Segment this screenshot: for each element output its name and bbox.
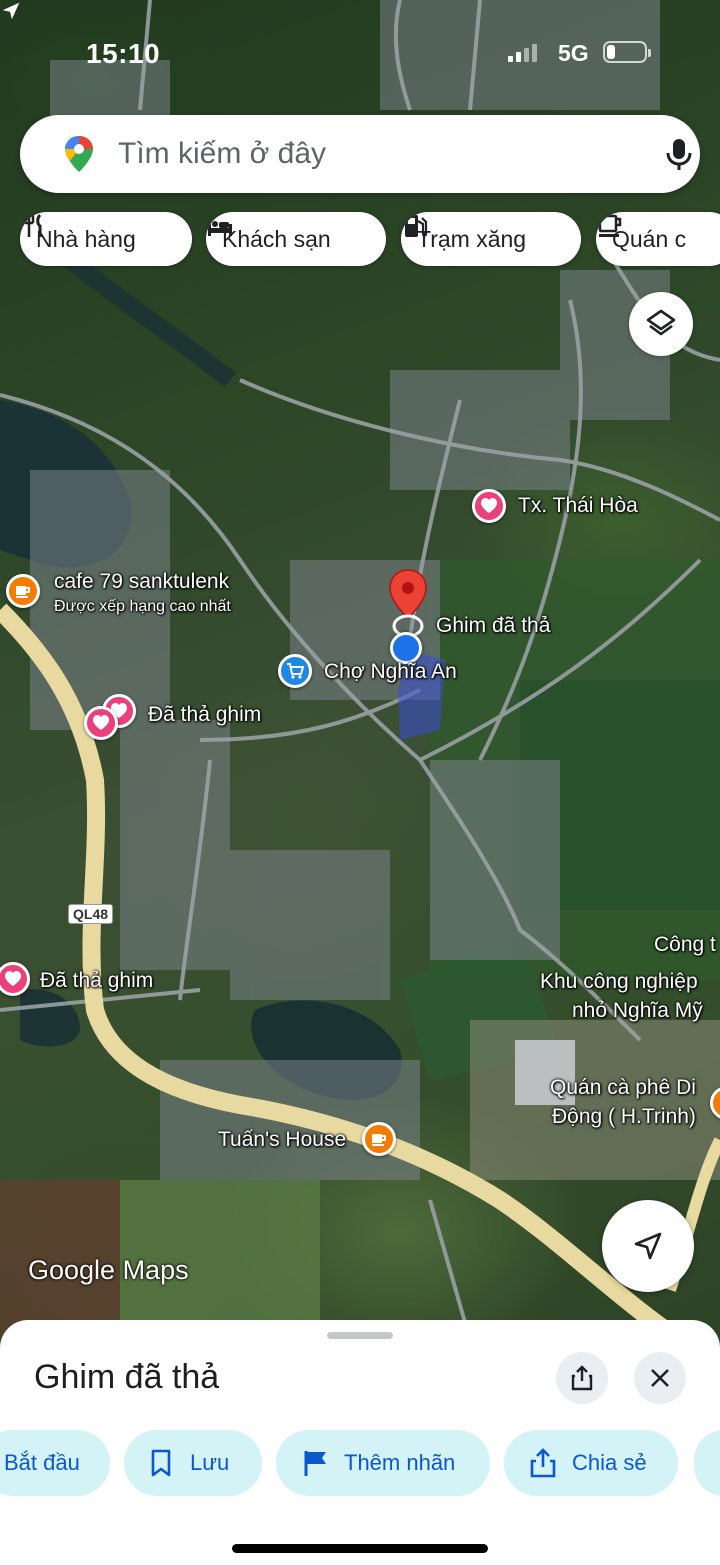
signal-bars-icon <box>508 44 537 62</box>
chip-hotels[interactable]: Khách sạn <box>206 212 386 266</box>
river <box>64 252 236 388</box>
shopping-cart-icon <box>287 663 304 679</box>
coffee-icon <box>598 214 622 237</box>
label-pinned-1[interactable]: Đã thả ghim <box>148 703 261 727</box>
restaurant-icon <box>23 213 42 237</box>
industrial-area <box>470 1020 720 1180</box>
coffee-icon <box>372 1134 386 1146</box>
road-shield-ql48: QL48 <box>68 904 114 924</box>
status-time: 15:10 <box>86 38 161 69</box>
flag-icon <box>304 1451 326 1476</box>
chip-coffee[interactable]: Quán c <box>596 212 720 266</box>
network-type: 5G <box>558 40 589 66</box>
label-quan-ca-phe-line1[interactable]: Quán cà phê Di <box>550 1076 696 1100</box>
share-icon <box>530 1448 556 1478</box>
google-maps-logo: Google Maps <box>28 1255 189 1285</box>
heart-marker[interactable] <box>84 706 118 740</box>
category-chips: Nhà hàng Khách sạn Trạm xăng Quán c <box>0 212 720 268</box>
dropped-pin-icon[interactable] <box>388 568 428 640</box>
map-view[interactable]: 15:10 5G Tìm kiếm ở đây Nhà hàng Khách s… <box>0 0 720 1340</box>
sheet-title: Ghim đã thả <box>34 1358 220 1396</box>
search-bar[interactable]: Tìm kiếm ở đây <box>20 115 700 193</box>
chip-label: Trạm xăng <box>417 225 527 252</box>
add-label-button[interactable]: Thêm nhãn <box>276 1430 490 1496</box>
label-cafe-79-rating: Được xếp hạng cao nhất <box>54 598 231 615</box>
label-quan-ca-phe-line2[interactable]: Động ( H.Trinh) <box>552 1105 696 1129</box>
share-action-button[interactable]: Chia sẻ <box>504 1430 678 1496</box>
market-marker[interactable] <box>278 654 312 688</box>
heart-icon <box>481 498 497 513</box>
heart-icon <box>93 715 109 730</box>
chip-gas-stations[interactable]: Trạm xăng <box>401 212 581 266</box>
label-tuans-house[interactable]: Tuấn's House <box>218 1128 346 1152</box>
more-action-button[interactable] <box>694 1430 720 1496</box>
chip-restaurants[interactable]: Nhà hàng <box>20 212 192 266</box>
heart-marker[interactable] <box>472 489 506 523</box>
search-input[interactable]: Tìm kiếm ở đây <box>118 137 326 171</box>
place-sheet: Ghim đã thả Bắt đầu Lưu Thêm nhãn Chia s… <box>0 1320 720 1565</box>
google-maps-pin-icon <box>65 136 93 172</box>
my-location-button[interactable] <box>602 1200 694 1292</box>
layers-icon <box>646 309 676 336</box>
hotel-icon <box>208 220 232 236</box>
label-thai-hoa[interactable]: Tx. Thái Hòa <box>518 494 638 518</box>
close-button[interactable] <box>634 1352 686 1404</box>
chip-label: Nhà hàng <box>36 225 136 252</box>
label-cafe-79[interactable]: cafe 79 sanktulenk <box>54 570 229 594</box>
layers-button[interactable] <box>629 292 693 356</box>
status-bar: 15:10 5G <box>0 0 720 100</box>
location-arrow-icon <box>2 2 20 20</box>
label-cho-nghia-an[interactable]: Chợ Nghĩa An <box>324 660 457 684</box>
sheet-drag-handle[interactable] <box>327 1332 393 1339</box>
navigation-arrow-icon <box>634 1232 662 1260</box>
label-kcn-line2[interactable]: nhỏ Nghĩa Mỹ <box>572 999 703 1023</box>
lake <box>20 989 80 1047</box>
save-button[interactable]: Lưu <box>124 1430 262 1496</box>
close-icon <box>651 1369 669 1387</box>
home-indicator <box>232 1544 488 1553</box>
label-kcn-line1[interactable]: Khu công nghiệp <box>540 970 698 994</box>
label-dropped-pin[interactable]: Ghim đã thả <box>436 614 550 638</box>
heart-icon <box>5 971 21 986</box>
share-action-label: Chia sẻ <box>572 1450 647 1475</box>
add-label-label: Thêm nhãn <box>344 1450 456 1475</box>
label-cong[interactable]: Công t <box>654 933 716 957</box>
microphone-icon[interactable] <box>664 137 694 171</box>
battery-icon <box>603 41 651 63</box>
gas-station-icon <box>405 215 428 237</box>
chip-label: Khách sạn <box>222 225 331 252</box>
cafe-marker[interactable] <box>362 1122 396 1156</box>
coffee-icon <box>16 586 30 598</box>
bookmark-icon <box>151 1449 171 1477</box>
label-pinned-2[interactable]: Đã thả ghim <box>40 969 153 993</box>
share-button[interactable] <box>556 1352 608 1404</box>
save-label: Lưu <box>190 1450 230 1475</box>
start-button[interactable]: Bắt đầu <box>0 1430 110 1496</box>
share-icon <box>571 1365 593 1391</box>
action-buttons: Bắt đầu Lưu Thêm nhãn Chia sẻ <box>0 1430 720 1496</box>
start-label: Bắt đầu <box>4 1450 80 1475</box>
cafe-marker[interactable] <box>6 574 40 608</box>
